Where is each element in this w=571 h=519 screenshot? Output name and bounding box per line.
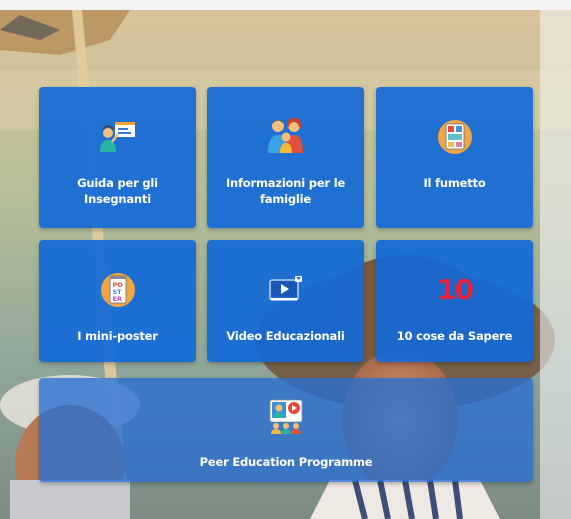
- video-player-icon: [269, 276, 302, 301]
- tile-label: I mini-poster: [77, 329, 158, 343]
- poster-icon: PO ST ER: [100, 273, 135, 307]
- tile-video-educazionali[interactable]: Video Educazionali: [207, 240, 364, 362]
- peer-group-video-icon: [269, 399, 303, 434]
- tile-peer-education-programme[interactable]: Peer Education Programme: [39, 378, 533, 482]
- tile-label: Peer Education Programme: [199, 455, 373, 469]
- comic-book-icon: [437, 120, 472, 154]
- tile-label: Informazioni per le famiglie: [225, 176, 346, 206]
- tile-label: Guida per gli Insegnanti: [77, 176, 158, 206]
- teacher-presentation-icon: [99, 122, 135, 152]
- page: Guida per gli Insegnanti Informazioni pe…: [0, 0, 571, 519]
- tile-il-fumetto[interactable]: Il fumetto: [376, 87, 533, 228]
- tile-label: Video Educazionali: [226, 329, 345, 343]
- tile-guida-insegnanti[interactable]: Guida per gli Insegnanti: [39, 87, 196, 228]
- tile-informazioni-famiglie[interactable]: Informazioni per le famiglie: [207, 87, 364, 228]
- family-icon: [267, 117, 303, 153]
- top-bar: [0, 0, 571, 10]
- tile-10-cose-da-sapere[interactable]: 10 10 cose da Sapere: [376, 240, 533, 362]
- tile-label: Il fumetto: [423, 176, 486, 190]
- svg-text:ER: ER: [112, 295, 121, 303]
- number-ten-icon: 10: [437, 273, 474, 306]
- tile-mini-poster[interactable]: PO ST ER I mini-poster: [39, 240, 196, 362]
- tile-label: 10 cose da Sapere: [396, 329, 513, 343]
